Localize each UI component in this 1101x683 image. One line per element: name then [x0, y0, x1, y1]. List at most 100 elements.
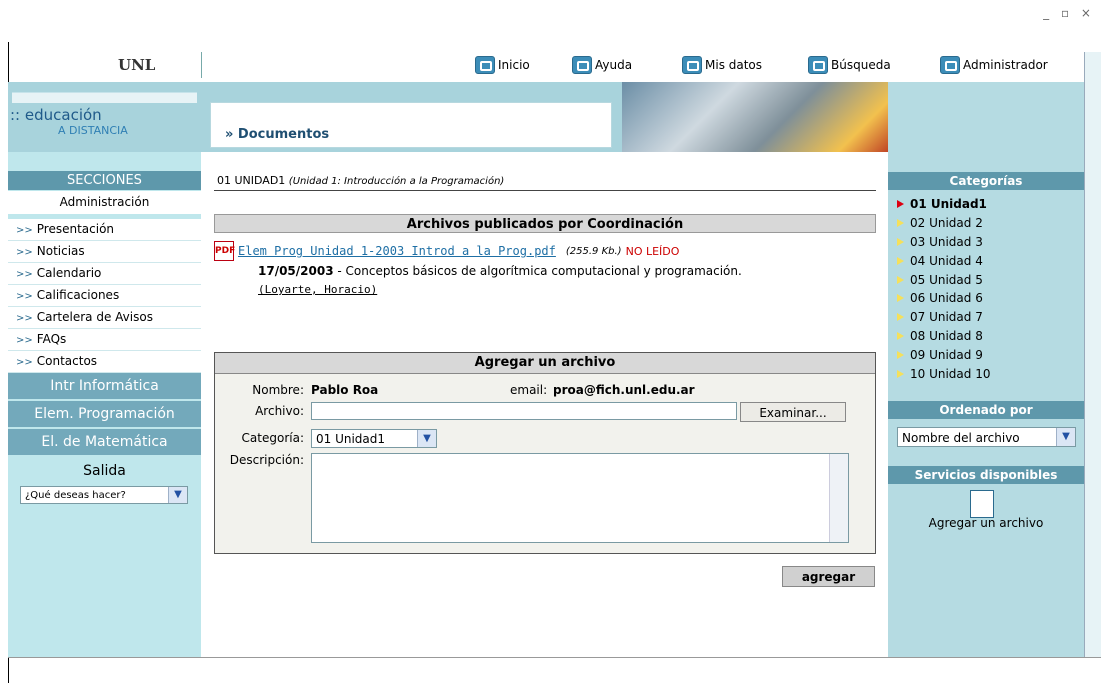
- category-label: 02 Unidad 2: [910, 216, 983, 231]
- triangle-icon: [897, 369, 904, 378]
- triangle-icon: [897, 200, 904, 209]
- category-item[interactable]: 09 Unidad 9: [897, 345, 990, 364]
- divider: [8, 657, 1101, 658]
- form-title: Agregar un archivo: [215, 353, 875, 374]
- category-label: 04 Unidad 4: [910, 253, 983, 268]
- arrow-icon: >>: [16, 313, 33, 324]
- sidebar-header: SECCIONES: [8, 171, 201, 190]
- file-date: 17/05/2003: [258, 264, 334, 278]
- category-select-value: 01 Unidad1: [316, 432, 386, 446]
- sidebar-item-cartelera[interactable]: >> Cartelera de Avisos: [8, 307, 201, 329]
- scrollbar[interactable]: [1084, 52, 1101, 657]
- arrow-icon: >>: [16, 291, 33, 302]
- divider: [201, 52, 202, 78]
- file-input[interactable]: [311, 402, 737, 420]
- window-titlebar: [0, 0, 1101, 42]
- category-item[interactable]: 04 Unidad 4: [897, 251, 990, 270]
- unl-logo: UNL: [118, 56, 156, 74]
- email-value: proa@fich.unl.edu.ar: [553, 383, 695, 397]
- description-textarea[interactable]: [311, 453, 849, 543]
- sidebar-block-elem-programacion[interactable]: Elem. Programación: [8, 401, 201, 427]
- nav-label: Administrador: [963, 58, 1048, 72]
- sidebar-item-contactos[interactable]: >> Contactos: [8, 351, 201, 373]
- arrow-icon: >>: [16, 357, 33, 368]
- edu-subtitle: A DISTANCIA: [58, 124, 128, 137]
- triangle-icon: [897, 237, 904, 246]
- scrollbar[interactable]: [829, 454, 848, 542]
- add-file-service[interactable]: Agregar un archivo: [888, 516, 1084, 530]
- breadcrumb-unit: 01 UNIDAD1: [217, 174, 286, 187]
- status-badge: NO LEÍDO: [625, 244, 680, 258]
- sidebar-item-faqs[interactable]: >> FAQs: [8, 329, 201, 351]
- category-item[interactable]: 01 Unidad1: [897, 195, 990, 214]
- sidebar-item-label: Calificaciones: [36, 288, 120, 302]
- category-label: 01 Unidad1: [910, 197, 987, 212]
- sidebar-list: >> Presentación >> Noticias >> Calendario >…: [8, 219, 201, 373]
- sidebar-item-noticias[interactable]: >> Noticias: [8, 241, 201, 263]
- archivo-label: Archivo:: [255, 404, 304, 418]
- triangle-icon: [897, 294, 904, 303]
- sidebar-block-el-matematica[interactable]: El. de Matemática: [8, 429, 201, 455]
- window-controls[interactable]: _ ▫ ×: [1043, 6, 1095, 20]
- category-item[interactable]: 10 Unidad 10: [897, 364, 990, 383]
- categories-header: Categorías: [888, 172, 1084, 190]
- triangle-icon: [897, 256, 904, 265]
- arrow-icon: >>: [16, 335, 33, 346]
- nav-mis-datos[interactable]: Mis datos: [682, 56, 808, 74]
- nombre-value: Pablo Roa: [311, 383, 379, 397]
- header-band-right: [888, 82, 1084, 152]
- sort-select-value: Nombre del archivo: [902, 431, 1020, 445]
- sidebar-item-label: Noticias: [36, 244, 85, 258]
- triangle-icon: [897, 275, 904, 284]
- sidebar-admin[interactable]: Administración: [8, 191, 201, 214]
- triangle-icon: [897, 350, 904, 359]
- header-tab: [12, 92, 197, 103]
- action-select-value: ¿Qué deseas hacer?: [25, 490, 126, 501]
- browse-button[interactable]: Examinar...: [740, 402, 846, 422]
- category-item[interactable]: 07 Unidad 7: [897, 308, 990, 327]
- edu-logo: :: educación A DISTANCIA: [10, 106, 128, 137]
- category-select[interactable]: 01 Unidad1 ▼: [311, 429, 437, 448]
- descripcion-label: Descripción:: [229, 453, 304, 467]
- file-description: 17/05/2003 - Conceptos básicos de algorí…: [258, 264, 742, 278]
- category-item[interactable]: 06 Unidad 6: [897, 289, 990, 308]
- file-desc-text: - Conceptos básicos de algorítmica compu…: [333, 264, 742, 278]
- category-item[interactable]: 03 Unidad 3: [897, 233, 990, 252]
- categories-list: 01 Unidad1 02 Unidad 2 03 Unidad 3 04 Un…: [897, 195, 990, 383]
- category-label: 05 Unidad 5: [910, 272, 983, 287]
- arrow-icon: >>: [16, 269, 33, 280]
- admin-icon: [940, 56, 960, 74]
- nav-inicio[interactable]: Inicio: [475, 56, 572, 74]
- breadcrumb-detail: (Unidad 1: Introducción a la Programació…: [288, 176, 505, 187]
- triangle-icon: [897, 219, 904, 228]
- category-item[interactable]: 08 Unidad 8: [897, 327, 990, 346]
- sort-select[interactable]: Nombre del archivo ▼: [897, 427, 1076, 447]
- chevron-down-icon: ▼: [1056, 428, 1075, 446]
- category-item[interactable]: 05 Unidad 5: [897, 270, 990, 289]
- add-file-icon[interactable]: [970, 490, 994, 518]
- chevron-down-icon: ▼: [168, 487, 187, 503]
- file-link[interactable]: Elem Prog Unidad 1-2003 Introd a la Prog…: [238, 244, 556, 258]
- nav-label: Inicio: [498, 58, 530, 72]
- sidebar-item-presentacion[interactable]: >> Presentación: [8, 219, 201, 241]
- services-header: Servicios disponibles: [888, 466, 1084, 484]
- nav-busqueda[interactable]: Búsqueda: [808, 56, 940, 74]
- categoria-label: Categoría:: [241, 431, 304, 445]
- author-link[interactable]: (Loyarte, Horacio): [258, 283, 377, 296]
- nombre-label: Nombre:: [252, 383, 304, 397]
- category-item[interactable]: 02 Unidad 2: [897, 214, 990, 233]
- nav-ayuda[interactable]: Ayuda: [572, 56, 682, 74]
- sidebar-item-label: Calendario: [36, 266, 102, 280]
- triangle-icon: [897, 331, 904, 340]
- file-row: PDF Elem Prog Unidad 1-2003 Introd a la …: [214, 241, 679, 261]
- nav-administrador[interactable]: Administrador: [940, 56, 1048, 74]
- chevron-down-icon: ▼: [417, 430, 436, 447]
- submit-button[interactable]: agregar: [782, 566, 875, 587]
- sidebar-block-intr-informatica[interactable]: Intr Informática: [8, 373, 201, 399]
- category-label: 06 Unidad 6: [910, 291, 983, 306]
- top-navigation: Inicio Ayuda Mis datos Búsqueda Administ…: [475, 56, 1048, 74]
- sidebar-item-calificaciones[interactable]: >> Calificaciones: [8, 285, 201, 307]
- action-select[interactable]: ¿Qué deseas hacer? ▼: [20, 486, 188, 504]
- sidebar-item-calendario[interactable]: >> Calendario: [8, 263, 201, 285]
- category-label: 07 Unidad 7: [910, 310, 983, 325]
